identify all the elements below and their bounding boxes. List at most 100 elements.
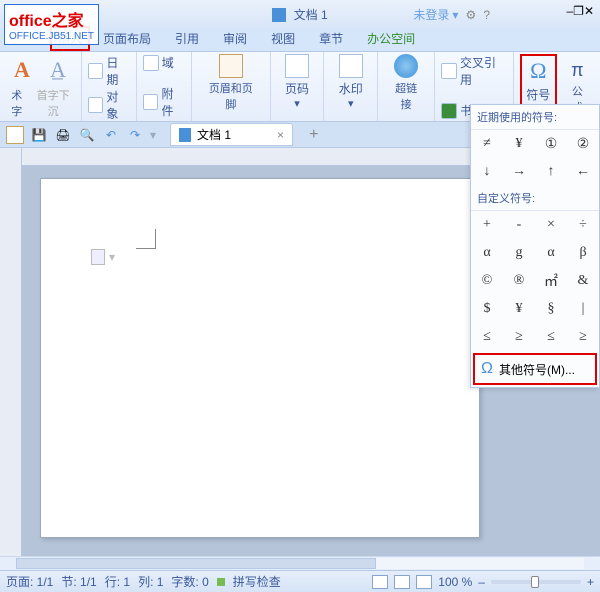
page-indicator: ▾ (91, 249, 115, 265)
hyperlink-button[interactable]: 超链接 (384, 54, 428, 112)
vertical-ruler (0, 148, 22, 556)
symbol-cell[interactable]: ≥ (503, 323, 535, 351)
date-button[interactable]: 日期 (88, 54, 130, 88)
preview-icon[interactable]: 🔍 (78, 126, 96, 144)
help-icon[interactable]: ? (483, 8, 490, 22)
symbol-cell[interactable]: $ (471, 295, 503, 323)
symbol-cell[interactable]: ① (535, 130, 567, 158)
cursor-mark (136, 229, 156, 249)
more-symbols-label: 其他符号(M)... (499, 361, 575, 378)
status-section[interactable]: 节: 1/1 (61, 573, 96, 590)
new-icon[interactable] (6, 126, 24, 144)
custom-symbols-header: 自定义符号: (471, 186, 599, 211)
symbol-cell[interactable]: ® (503, 267, 535, 295)
status-words[interactable]: 字数: 0 (171, 573, 208, 590)
zoom-level[interactable]: 100 % (438, 575, 472, 589)
zoom-out-button[interactable]: – (478, 575, 485, 589)
symbol-cell[interactable]: § (535, 295, 567, 323)
tab-ref[interactable]: 引用 (164, 25, 210, 51)
new-tab-button[interactable]: + (309, 126, 318, 144)
tab-chapter[interactable]: 章节 (308, 25, 354, 51)
cross-ref-button[interactable]: 交叉引用 (441, 54, 507, 88)
view-mode-2[interactable] (394, 575, 410, 589)
minimize-button[interactable]: – (566, 4, 573, 18)
symbol-cell[interactable]: ← (567, 158, 599, 186)
doc-tab-name: 文档 1 (197, 126, 231, 143)
header-footer-icon (219, 54, 243, 78)
symbol-cell[interactable]: ≠ (471, 130, 503, 158)
restore-button[interactable]: ❐ (573, 4, 584, 18)
symbol-cell[interactable]: g (503, 239, 535, 267)
object-icon (88, 97, 104, 113)
symbol-cell[interactable]: → (503, 158, 535, 186)
status-page[interactable]: 页面: 1/1 (6, 573, 53, 590)
page-number-button[interactable]: 页码▾ (277, 54, 318, 110)
symbol-cell[interactable]: - (503, 211, 535, 239)
field-icon (143, 55, 159, 71)
zoom-in-button[interactable]: + (587, 575, 594, 589)
document-tab[interactable]: 文档 1 × (170, 123, 293, 146)
doc-icon (272, 8, 286, 22)
date-icon (88, 63, 104, 79)
symbol-cell[interactable]: ¥ (503, 130, 535, 158)
doc-tab-icon (179, 128, 191, 142)
more-symbols-button[interactable]: Ω 其他符号(M)... (473, 353, 597, 385)
view-mode-3[interactable] (416, 575, 432, 589)
symbol-cell[interactable]: ≤ (471, 323, 503, 351)
zoom-slider[interactable] (491, 580, 581, 584)
view-mode-1[interactable] (372, 575, 388, 589)
dropcap-icon[interactable]: A̲ (42, 54, 74, 86)
watermark-button[interactable]: 水印▾ (330, 54, 371, 110)
omega-small-icon: Ω (481, 360, 493, 378)
field-button[interactable]: 域 (143, 54, 185, 71)
status-bar: 页面: 1/1 节: 1/1 行: 1 列: 1 字数: 0 拼写检查 100 … (0, 570, 600, 592)
symbol-cell[interactable]: ≥ (567, 323, 599, 351)
symbol-cell[interactable]: × (535, 211, 567, 239)
tab-review[interactable]: 审阅 (212, 25, 258, 51)
symbol-cell[interactable]: α (471, 239, 503, 267)
status-col[interactable]: 列: 1 (138, 573, 163, 590)
attachment-icon (143, 94, 159, 110)
save-icon[interactable]: 💾 (30, 126, 48, 144)
symbol-cell[interactable]: ㎡ (535, 267, 567, 295)
close-tab-icon[interactable]: × (277, 128, 284, 142)
tab-view[interactable]: 视图 (260, 25, 306, 51)
pi-icon: π (571, 60, 583, 81)
close-button[interactable]: ✕ (584, 4, 594, 18)
symbol-cell[interactable]: & (567, 267, 599, 295)
dropcap-label: 首字下沉 (32, 87, 75, 119)
symbol-cell[interactable]: | (567, 295, 599, 323)
symbol-cell[interactable]: ÷ (567, 211, 599, 239)
page-icon (91, 249, 105, 265)
symbol-cell[interactable]: + (471, 211, 503, 239)
page-number-icon (285, 54, 309, 78)
gear-icon[interactable]: ⚙ (465, 8, 476, 22)
bookmark-icon (441, 103, 457, 119)
watermark-line2: OFFICE.JB51.NET (9, 31, 94, 42)
symbol-cell[interactable]: © (471, 267, 503, 295)
header-footer-button[interactable]: 页眉和页脚 (198, 54, 264, 112)
symbol-cell[interactable]: ≤ (535, 323, 567, 351)
wordart-icon[interactable]: A (6, 54, 38, 86)
status-spell[interactable]: 拼写检查 (233, 573, 281, 590)
login-area[interactable]: 未登录 ▾ ⚙ ? (413, 6, 490, 23)
attachment-button[interactable]: 附件 (143, 85, 185, 119)
symbol-cell[interactable]: ↓ (471, 158, 503, 186)
document-page[interactable]: ▾ (40, 178, 480, 538)
symbol-cell[interactable]: β (567, 239, 599, 267)
horizontal-scrollbar[interactable] (0, 556, 600, 570)
symbol-cell[interactable]: ¥ (503, 295, 535, 323)
redo-icon[interactable]: ↷ (126, 126, 144, 144)
symbol-cell[interactable]: α (535, 239, 567, 267)
tab-layout[interactable]: 页面布局 (92, 25, 162, 51)
wordart-label: 术字 (6, 87, 28, 119)
symbol-cell[interactable]: ② (567, 130, 599, 158)
object-button[interactable]: 对象 (88, 88, 130, 122)
recent-symbols-header: 近期使用的符号: (471, 105, 599, 130)
undo-icon[interactable]: ↶ (102, 126, 120, 144)
symbol-cell[interactable]: ↑ (535, 158, 567, 186)
print-icon[interactable]: 🖨 (54, 126, 72, 144)
status-line[interactable]: 行: 1 (105, 573, 130, 590)
globe-icon (394, 54, 418, 78)
tab-office-space[interactable]: 办公空间 (356, 25, 426, 51)
